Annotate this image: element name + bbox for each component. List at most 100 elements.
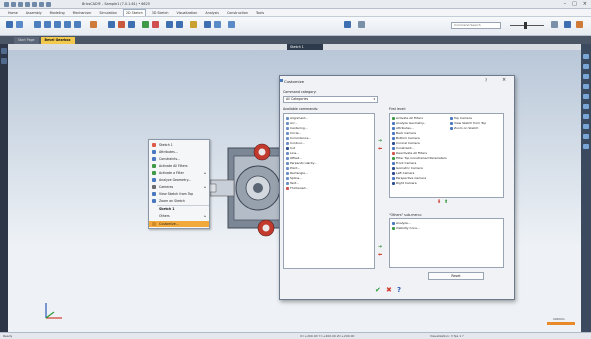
- tab-2d-sketch[interactable]: 2D Sketch: [122, 9, 146, 16]
- list-item[interactable]: Right Camera: [392, 181, 417, 185]
- list-item[interactable]: View Sketch from Top: [450, 121, 486, 125]
- menu-item-analyze-geometry[interactable]: Analyze Geometry...: [149, 177, 209, 183]
- zoom-icon[interactable]: [583, 84, 589, 89]
- view-icon[interactable]: [228, 21, 235, 28]
- display-icon[interactable]: [583, 144, 589, 149]
- list-item[interactable]: Centering...: [286, 126, 308, 130]
- list-item[interactable]: Constraint...: [392, 146, 414, 150]
- tab-tools[interactable]: Tools: [254, 11, 266, 15]
- others-submenu-list[interactable]: Analyze... Visibility Cons...: [389, 218, 504, 268]
- trim-icon[interactable]: [90, 21, 97, 28]
- undo-icon[interactable]: [32, 2, 37, 7]
- list-item[interactable]: Analyze Geometry...: [392, 121, 426, 125]
- menu-item-attributes[interactable]: Attributes...: [149, 149, 209, 155]
- list-item[interactable]: Alignment...: [286, 116, 308, 120]
- list-item[interactable]: Zoom on Sketch: [450, 126, 478, 130]
- redo-icon[interactable]: [39, 2, 44, 7]
- list-item[interactable]: Filter Top Constrained Parameters: [392, 156, 447, 160]
- line-icon[interactable]: [34, 21, 41, 28]
- model-tree-icon[interactable]: [1, 48, 7, 54]
- list-item[interactable]: Offset...: [286, 156, 302, 160]
- menu-item-activate-all-filters[interactable]: Activate All Filters: [149, 163, 209, 169]
- options-icon[interactable]: [576, 21, 583, 28]
- first-level-list[interactable]: Activate All Filters Analyze Geometry...…: [389, 113, 504, 198]
- minimize-button[interactable]: –: [564, 1, 567, 7]
- spline-icon[interactable]: [74, 21, 81, 28]
- list-item[interactable]: Contour...: [286, 141, 305, 145]
- list-item[interactable]: Left Camera: [392, 171, 414, 175]
- menu-item-zoom-on-sketch[interactable]: Zoom on Sketch: [149, 198, 209, 204]
- tab-mechanism[interactable]: Mechanism: [71, 11, 94, 15]
- measure-icon[interactable]: [46, 2, 51, 7]
- move-down-arrow-icon[interactable]: ⬇: [437, 199, 441, 205]
- menu-item-activate-a-filter[interactable]: Activate a Filter ▸: [149, 170, 209, 176]
- tab-analysis[interactable]: Analysis: [203, 11, 221, 15]
- menu-item-constraints[interactable]: Constraints...: [149, 156, 209, 162]
- menu-item-view-sketch-from-top[interactable]: View Sketch from Top: [149, 191, 209, 197]
- available-commands-list[interactable]: Alignment... Arc... Centering... Circle.…: [283, 113, 375, 269]
- tab-simulation[interactable]: Simulation: [97, 11, 119, 15]
- move-up-arrow-icon[interactable]: ⬆: [444, 199, 448, 205]
- maximize-button[interactable]: □: [572, 1, 577, 7]
- menu-item-cameras[interactable]: Cameras ▸: [149, 184, 209, 190]
- close-window-button[interactable]: ×: [583, 1, 587, 7]
- add-to-others-arrow-icon[interactable]: ➜: [378, 244, 382, 250]
- zoom-slider-track[interactable]: [510, 25, 544, 26]
- properties-icon[interactable]: [1, 58, 7, 64]
- list-item[interactable]: Analyze...: [392, 221, 411, 225]
- tab-modeling[interactable]: Modeling: [48, 11, 67, 15]
- list-item[interactable]: Deactivate All Filters: [392, 151, 427, 155]
- list-item[interactable]: Isometric Camera: [392, 166, 423, 170]
- filter-icon[interactable]: [204, 21, 211, 28]
- rotate-icon[interactable]: [583, 74, 589, 79]
- fillet-icon[interactable]: [118, 21, 125, 28]
- list-item[interactable]: Perpendicularity...: [286, 161, 317, 165]
- rectangle-icon[interactable]: [44, 21, 51, 28]
- cancel-button[interactable]: ✖: [386, 286, 392, 294]
- mirror-icon[interactable]: [128, 21, 135, 28]
- list-item[interactable]: Visibility Cons...: [392, 226, 420, 230]
- open-file-icon[interactable]: [11, 2, 16, 7]
- list-item[interactable]: Point...: [286, 166, 300, 170]
- print-icon[interactable]: [25, 2, 30, 7]
- circle-icon[interactable]: [54, 21, 61, 28]
- offset-icon[interactable]: [108, 21, 115, 28]
- project-icon[interactable]: [166, 21, 173, 28]
- tab-home[interactable]: Home: [6, 11, 20, 15]
- layers-icon[interactable]: [344, 21, 351, 28]
- dialog-help-button[interactable]: ?: [485, 78, 487, 83]
- menu-item-customize[interactable]: Customize...: [149, 221, 209, 227]
- list-item[interactable]: Bottom Camera: [392, 136, 420, 140]
- list-item[interactable]: Cut: [286, 146, 295, 150]
- list-item[interactable]: Coincidence...: [286, 136, 311, 140]
- menu-item-others[interactable]: Others ▸: [149, 213, 209, 219]
- add-to-first-level-arrow-icon[interactable]: ➜: [378, 138, 382, 144]
- list-item[interactable]: Line...: [286, 151, 299, 155]
- list-item[interactable]: Arc...: [286, 121, 298, 125]
- quick-access-toolbar[interactable]: [4, 2, 51, 7]
- list-item[interactable]: Top Camera: [450, 116, 472, 120]
- menu-item-sketch-1[interactable]: Sketch 1: [149, 142, 209, 148]
- home-view-icon[interactable]: [564, 21, 571, 28]
- pan-icon[interactable]: [583, 64, 589, 69]
- list-item[interactable]: Rectangle...: [286, 171, 308, 175]
- select-icon[interactable]: [16, 21, 23, 28]
- help-button[interactable]: ?: [397, 286, 401, 294]
- zoom-slider-knob[interactable]: [524, 22, 527, 29]
- category-select[interactable]: All Categories ▾: [283, 96, 378, 103]
- list-item[interactable]: Spline...: [286, 176, 302, 180]
- analyze-icon[interactable]: [214, 21, 221, 28]
- pattern-icon[interactable]: [190, 21, 197, 28]
- grid-icon[interactable]: [358, 21, 365, 28]
- lights-icon[interactable]: [583, 124, 589, 129]
- text-icon[interactable]: [176, 21, 183, 28]
- list-item[interactable]: Circle...: [286, 131, 301, 135]
- tab-visualization[interactable]: Visualization: [175, 11, 200, 15]
- tab-start-page[interactable]: Start Page: [14, 36, 39, 44]
- active-sketch-tag[interactable]: Sketch 1: [287, 44, 323, 50]
- dialog-close-button[interactable]: ×: [502, 77, 506, 83]
- list-item[interactable]: Activate All Filters: [392, 116, 423, 120]
- tab-3d-sketch[interactable]: 3D Sketch: [150, 11, 171, 15]
- tab-assembly[interactable]: Assembly: [24, 11, 44, 15]
- new-file-icon[interactable]: [4, 2, 9, 7]
